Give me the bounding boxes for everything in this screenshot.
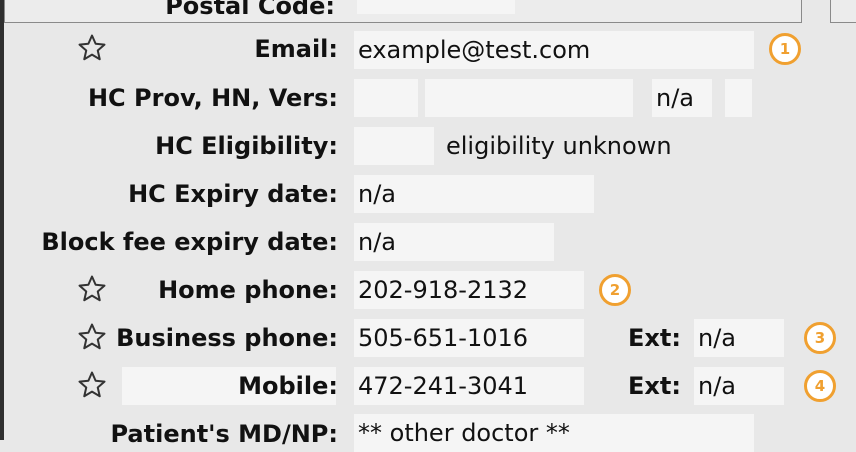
side-panel-edge — [830, 0, 856, 23]
address-panel: Postal Code: — [4, 0, 802, 23]
block-fee-field[interactable]: n/a — [354, 223, 554, 261]
mobile-star-icon[interactable] — [77, 370, 107, 400]
eligibility-status: eligibility unknown — [446, 132, 672, 160]
hc-expiry-field[interactable]: n/a — [354, 175, 594, 213]
home-phone-field[interactable]: 202-918-2132 — [354, 271, 584, 309]
block-fee-label: Block fee expiry date: — [41, 228, 338, 256]
home-phone-label: Home phone: — [158, 276, 338, 304]
patient-md-label: Patient's MD/NP: — [110, 420, 338, 448]
patient-md-field[interactable]: ** other doctor ** — [354, 414, 754, 452]
window-left-edge — [0, 0, 4, 440]
hc-eligibility-field[interactable] — [354, 127, 434, 165]
badge-4: 4 — [804, 370, 836, 402]
home-phone-star-icon[interactable] — [77, 274, 107, 304]
hc-expiry-label: HC Expiry date: — [128, 180, 338, 208]
email-field[interactable]: example@test.com — [354, 31, 754, 69]
badge-3: 3 — [804, 322, 836, 354]
hc-eligibility-label: HC Eligibility: — [155, 132, 338, 160]
email-label: Email: — [254, 35, 338, 63]
hc-prov-field[interactable] — [354, 79, 418, 117]
hc-version-field[interactable]: n/a — [652, 79, 712, 117]
badge-2: 2 — [599, 274, 631, 306]
mobile-ext-label: Ext: — [628, 372, 681, 400]
hc-number-field[interactable] — [425, 79, 633, 117]
mobile-field[interactable]: 472-241-3041 — [354, 367, 584, 405]
badge-1: 1 — [769, 33, 801, 65]
hc-extra-field[interactable] — [725, 79, 752, 117]
mobile-label: Mobile: — [238, 372, 338, 400]
postal-code-label: Postal Code: — [165, 0, 335, 20]
business-ext-field[interactable]: n/a — [694, 319, 784, 357]
business-ext-label: Ext: — [628, 324, 681, 352]
business-phone-star-icon[interactable] — [77, 322, 107, 352]
business-phone-label: Business phone: — [116, 324, 338, 352]
postal-code-field[interactable] — [357, 0, 515, 14]
hc-prov-label: HC Prov, HN, Vers: — [87, 84, 338, 112]
mobile-ext-field[interactable]: n/a — [694, 367, 784, 405]
business-phone-field[interactable]: 505-651-1016 — [354, 319, 584, 357]
email-star-icon[interactable] — [77, 33, 107, 63]
